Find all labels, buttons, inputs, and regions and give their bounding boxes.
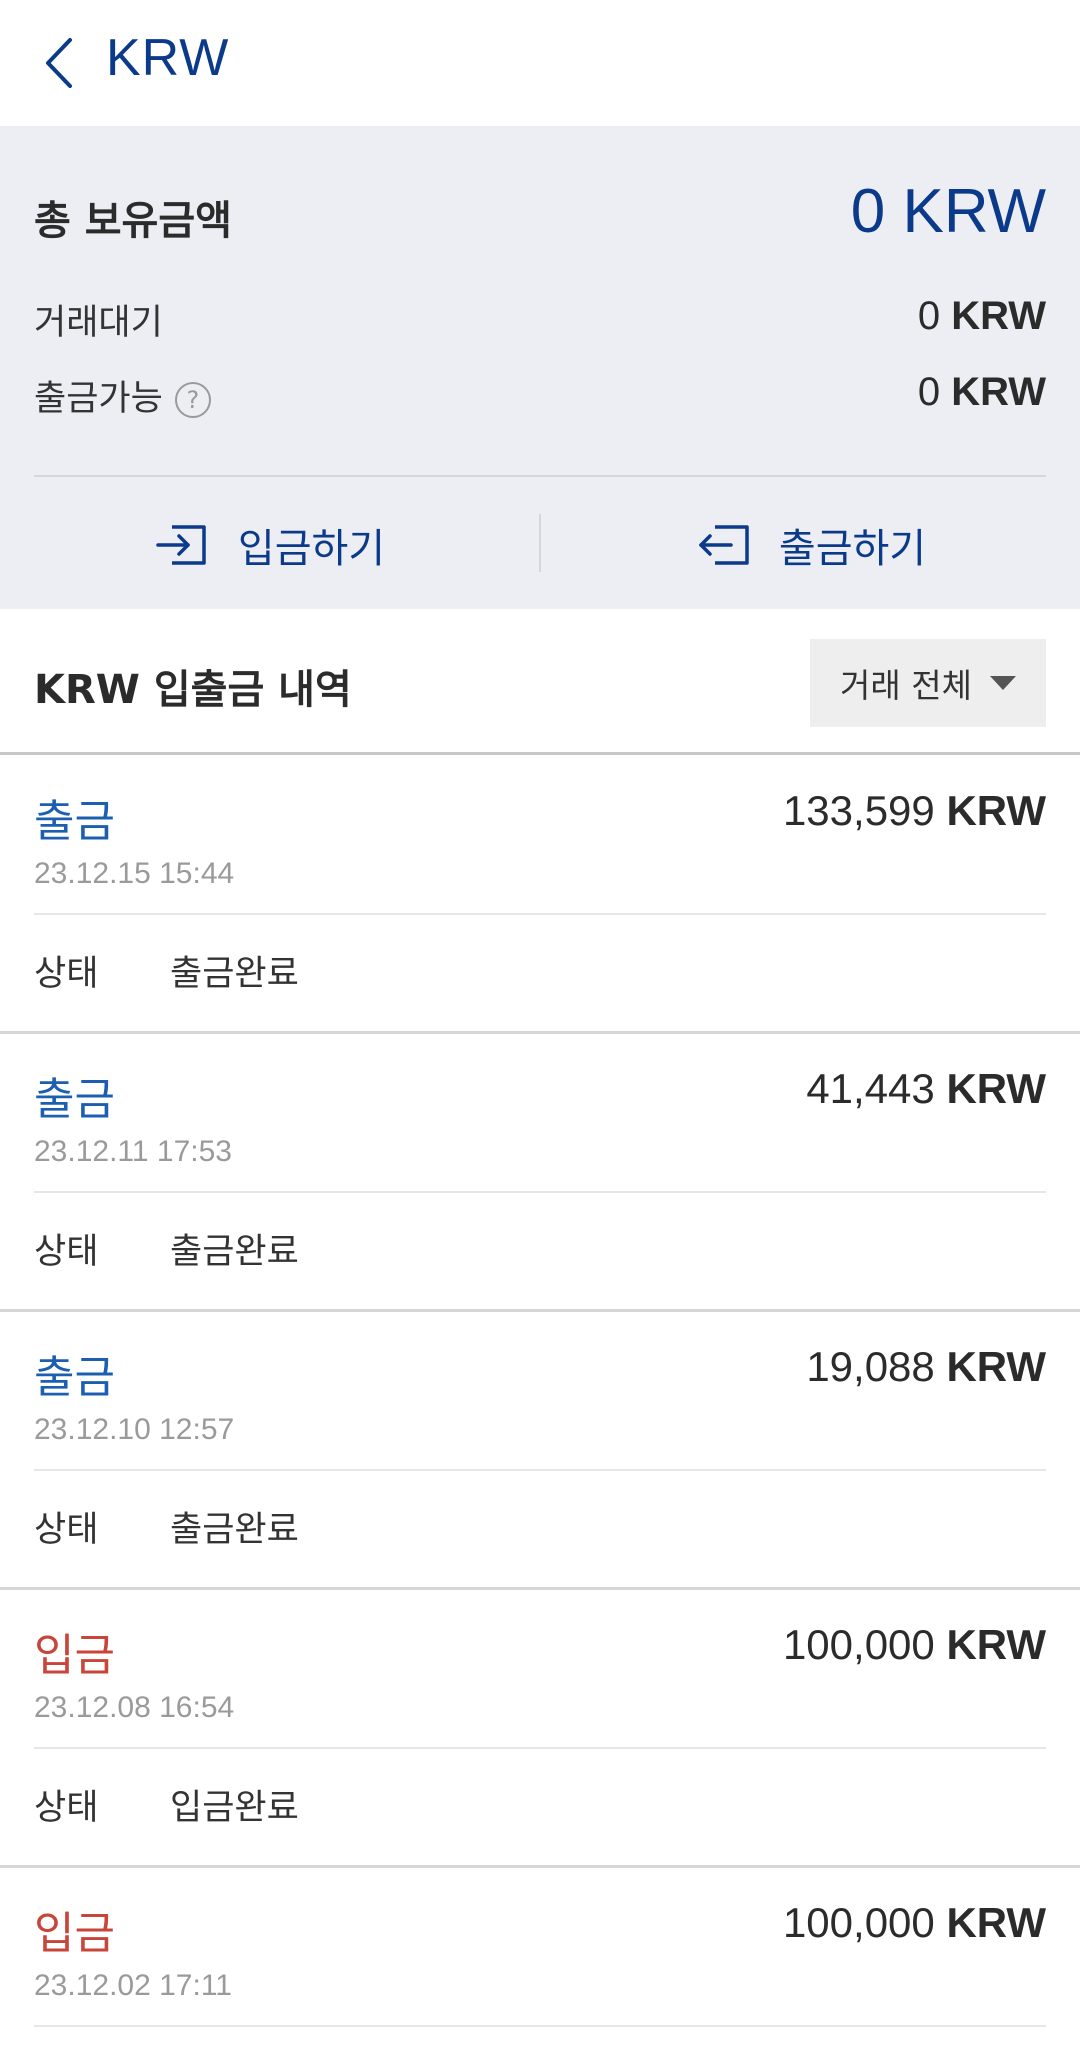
withdrawable-row-label: 출금가능?	[34, 370, 211, 421]
withdraw-icon	[699, 525, 749, 565]
status-label: 상태	[34, 954, 99, 994]
status-value: 출금완료	[170, 954, 299, 994]
amount-currency: KRW	[946, 1343, 1046, 1390]
item-divider	[34, 913, 1046, 915]
amount-value: 100,000	[782, 1899, 935, 1946]
withdrawable-amount: 0	[917, 370, 941, 414]
top-bar: KRW	[0, 0, 1080, 126]
status-value: 출금완료	[170, 1510, 299, 1550]
pending-label: 거래대기	[34, 303, 163, 343]
status-label: 상태	[34, 1788, 99, 1828]
transaction-item[interactable]: 입금 100,000 KRW 23.12.02 17:11	[0, 1867, 1080, 2047]
transaction-type: 입금	[34, 1908, 115, 1959]
transaction-type: 입금	[34, 1630, 115, 1681]
back-button[interactable]	[34, 30, 84, 96]
total-balance-label: 총 보유금액	[34, 198, 232, 244]
withdrawable-currency: KRW	[951, 370, 1046, 414]
transaction-item[interactable]: 출금 19,088 KRW 23.12.10 12:57 상태 출금완료	[0, 1311, 1080, 1590]
item-divider	[34, 1747, 1046, 1749]
filter-label: 거래 전체	[840, 666, 972, 705]
chevron-left-icon	[46, 38, 72, 88]
deposit-icon	[156, 525, 206, 565]
amount-currency: KRW	[946, 1899, 1046, 1946]
deposit-button[interactable]: 입금하기	[0, 501, 539, 589]
filter-dropdown[interactable]: 거래 전체	[810, 639, 1046, 727]
history-title: KRW 입출금 내역	[34, 667, 352, 713]
withdraw-label: 출금하기	[778, 526, 927, 572]
status-value: 출금완료	[170, 1232, 299, 1272]
transaction-type: 출금	[34, 1074, 115, 1125]
transaction-item[interactable]: 입금 100,000 KRW 23.12.08 16:54 상태 입금완료	[0, 1589, 1080, 1868]
transaction-item[interactable]: 출금 41,443 KRW 23.12.11 17:53 상태 출금완료	[0, 1033, 1080, 1312]
withdrawable-label: 출금가능	[34, 379, 163, 419]
item-divider	[34, 2025, 1046, 2027]
item-divider	[34, 1469, 1046, 1471]
amount-value: 133,599	[782, 787, 935, 834]
transaction-date: 23.12.11 17:53	[34, 1135, 232, 1168]
status-label: 상태	[34, 1232, 99, 1272]
summary-divider	[34, 475, 1046, 477]
history-header: KRW 입출금 내역 거래 전체	[0, 609, 1080, 754]
pending-value: 0 KRW	[918, 294, 1046, 339]
pending-currency: KRW	[951, 294, 1046, 338]
amount-currency: KRW	[946, 787, 1046, 834]
total-balance-value: 0 KRW	[850, 177, 1046, 246]
deposit-label: 입금하기	[237, 526, 386, 572]
transaction-date: 23.12.02 17:11	[34, 1969, 232, 2002]
amount-currency: KRW	[946, 1065, 1046, 1112]
caret-down-icon	[989, 676, 1016, 690]
pending-amount: 0	[917, 294, 941, 338]
transaction-amount: 133,599 KRW	[783, 787, 1046, 835]
status-value: 입금완료	[170, 1788, 299, 1828]
transaction-date: 23.12.10 12:57	[34, 1413, 235, 1446]
item-divider	[34, 1191, 1046, 1193]
help-icon[interactable]: ?	[174, 382, 211, 418]
transaction-amount: 100,000 KRW	[783, 1899, 1046, 1947]
transaction-type: 출금	[34, 1352, 115, 1403]
status-label: 상태	[34, 1510, 99, 1550]
transaction-amount: 41,443 KRW	[806, 1065, 1046, 1113]
amount-currency: KRW	[946, 1621, 1046, 1668]
amount-value: 19,088	[806, 1343, 935, 1390]
amount-value: 41,443	[806, 1065, 935, 1112]
balance-summary: 총 보유금액 0 KRW 거래대기 0 KRW 출금가능? 0 KRW 입금하기…	[0, 126, 1080, 609]
transaction-date: 23.12.08 16:54	[34, 1691, 235, 1724]
transaction-date: 23.12.15 15:44	[34, 857, 235, 890]
withdraw-button[interactable]: 출금하기	[541, 501, 1080, 589]
page-title: KRW	[106, 29, 230, 87]
amount-value: 100,000	[782, 1621, 935, 1668]
transaction-type: 출금	[34, 796, 115, 847]
transaction-item[interactable]: 출금 133,599 KRW 23.12.15 15:44 상태 출금완료	[0, 755, 1080, 1034]
withdrawable-value: 0 KRW	[918, 370, 1046, 415]
transaction-amount: 100,000 KRW	[783, 1621, 1046, 1669]
transaction-amount: 19,088 KRW	[806, 1343, 1046, 1391]
